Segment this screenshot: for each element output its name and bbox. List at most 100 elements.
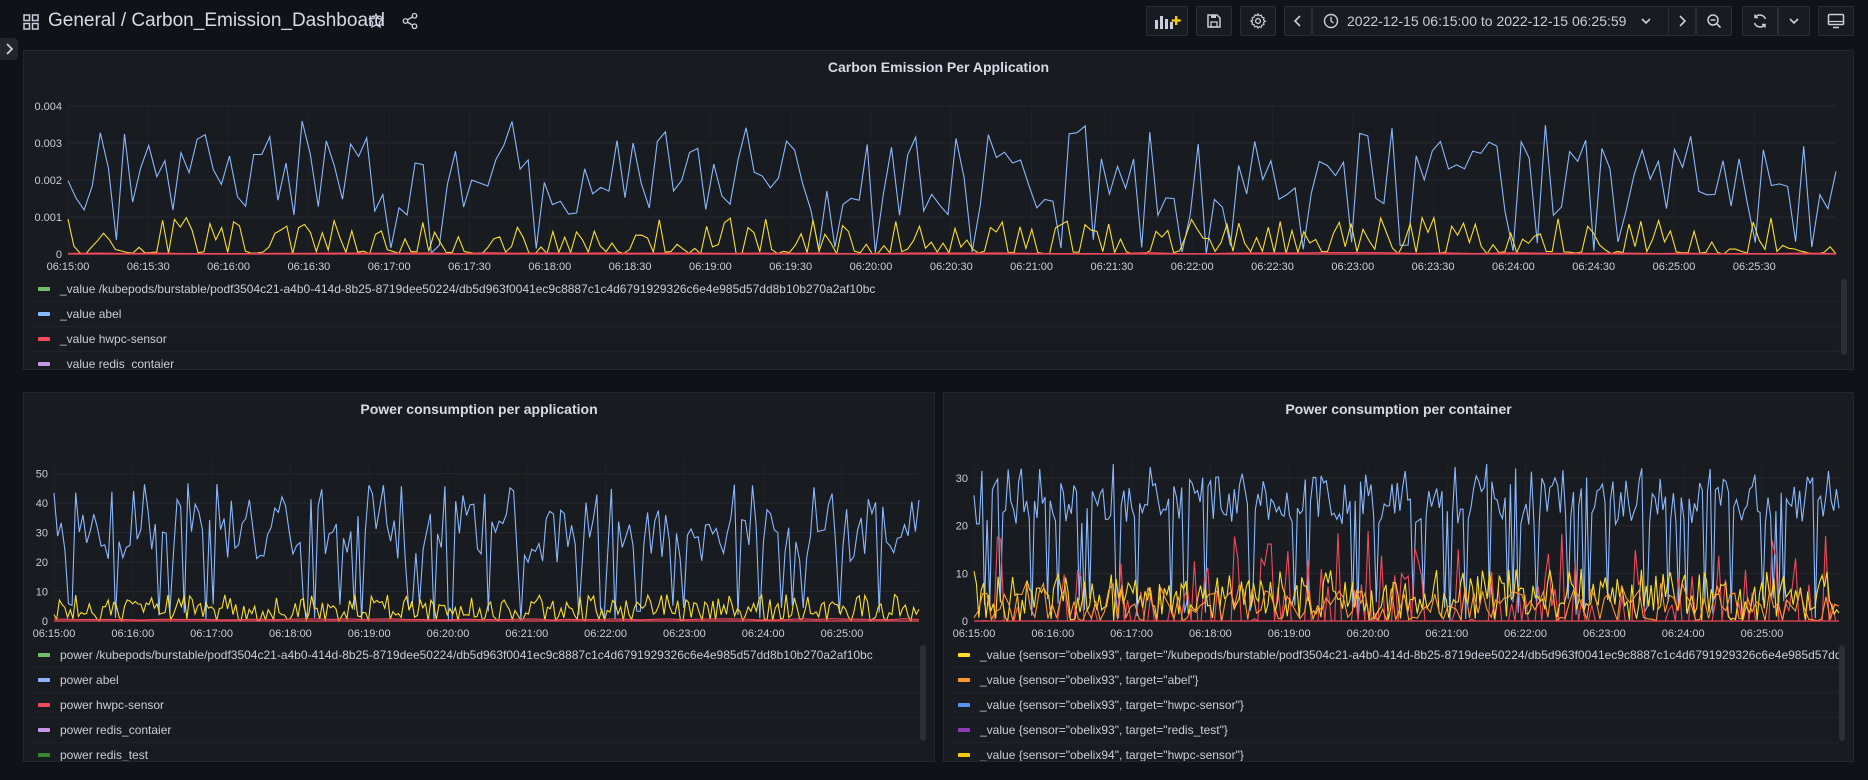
refresh-button[interactable] xyxy=(1742,6,1778,36)
chevron-right-icon xyxy=(1679,15,1687,27)
x-tick-label: 06:15:00 xyxy=(33,628,76,640)
power-per-application-chart[interactable]: 0 10 20 30 40 50 06:15:00 06:16:00 06:17:00 06:18… xyxy=(24,393,935,645)
x-tick-label: 06:23:30 xyxy=(1412,261,1455,273)
time-shift-back-button[interactable] xyxy=(1284,6,1312,36)
panel-carbon-emission[interactable]: Carbon Emission Per Application 0 0.001 0.… xyxy=(23,50,1854,370)
legend-color-swatch xyxy=(958,678,970,682)
y-tick-label: 0 xyxy=(962,616,968,628)
legend: _value {sensor="obelix93", target="/kube… xyxy=(952,643,1839,761)
legend-item[interactable]: _value {sensor="obelix93", target="redis… xyxy=(952,718,1839,743)
legend-item[interactable]: power /kubepods/burstable/podf3504c21-a4… xyxy=(32,643,920,668)
legend-color-swatch xyxy=(38,753,50,757)
x-tick-label: 06:22:00 xyxy=(1171,261,1214,273)
x-tick-label: 06:25:00 xyxy=(1741,628,1784,640)
view-mode-button[interactable] xyxy=(1818,6,1854,36)
x-tick-label: 06:24:30 xyxy=(1572,261,1615,273)
panel-power-per-container[interactable]: Power consumption per container 0 10 20 30 0… xyxy=(943,392,1854,762)
x-tick-label: 06:20:00 xyxy=(1347,628,1390,640)
legend-label: power abel xyxy=(60,673,119,687)
legend-scrollbar[interactable] xyxy=(1841,279,1847,355)
legend-label: power /kubepods/burstable/podf3504c21-a4… xyxy=(60,648,873,662)
x-tick-label: 06:24:00 xyxy=(1662,628,1705,640)
legend-label: power hwpc-sensor xyxy=(60,698,165,712)
refresh-interval-dropdown[interactable] xyxy=(1778,6,1810,36)
time-picker-button[interactable]: 2022-12-15 06:15:00 to 2022-12-15 06:25:… xyxy=(1312,6,1682,36)
legend-item[interactable]: power hwpc-sensor xyxy=(32,693,920,718)
y-tick-label: 20 xyxy=(956,521,968,533)
tv-icon xyxy=(1827,13,1845,29)
save-icon xyxy=(1207,14,1221,28)
chevron-left-icon xyxy=(1293,15,1301,27)
x-tick-label: 06:17:30 xyxy=(448,261,491,273)
add-panel-icon xyxy=(1155,16,1181,29)
x-tick-label: 06:23:00 xyxy=(1331,261,1374,273)
x-tick-label: 06:20:00 xyxy=(427,628,470,640)
save-dashboard-button[interactable] xyxy=(1196,6,1232,36)
legend-label: _value {sensor="obelix93", target="hwpc-… xyxy=(980,698,1244,712)
legend-label: _value {sensor="obelix94", target="hwpc-… xyxy=(980,748,1244,761)
x-tick-label: 06:22:00 xyxy=(584,628,627,640)
legend-item[interactable]: _value {sensor="obelix94", target="hwpc-… xyxy=(952,743,1839,761)
x-tick-label: 06:16:30 xyxy=(287,261,330,273)
legend-color-swatch xyxy=(38,337,50,341)
x-tick-label: 06:22:30 xyxy=(1251,261,1294,273)
x-tick-label: 06:24:00 xyxy=(742,628,785,640)
legend-item[interactable]: power abel xyxy=(32,668,920,693)
legend-item[interactable]: _value {sensor="obelix93", target="abel"… xyxy=(952,668,1839,693)
x-tick-label: 06:25:00 xyxy=(1653,261,1696,273)
legend-label: _value redis_contaier xyxy=(60,357,175,369)
time-range-label: 2022-12-15 06:15:00 to 2022-12-15 06:25:… xyxy=(1347,13,1627,29)
legend-color-swatch xyxy=(38,362,50,366)
share-icon[interactable] xyxy=(401,12,419,30)
legend-color-swatch xyxy=(958,653,970,657)
sidebar-toggle-button[interactable] xyxy=(0,38,18,60)
legend-scrollbar[interactable] xyxy=(1839,645,1845,741)
x-tick-label: 06:17:00 xyxy=(190,628,233,640)
y-tick-label: 0.003 xyxy=(34,138,62,150)
carbon-emission-chart[interactable]: 0 0.001 0.002 0.003 0.004 06:15:00 06:15:30 06:… xyxy=(24,51,1854,279)
legend-item[interactable]: power redis_contaier xyxy=(32,718,920,743)
star-icon[interactable] xyxy=(367,12,385,30)
zoom-out-button[interactable] xyxy=(1696,6,1732,36)
legend-item[interactable]: _value abel xyxy=(32,302,1839,327)
x-tick-label: 06:24:00 xyxy=(1492,261,1535,273)
settings-icon xyxy=(1249,12,1267,30)
legend-label: _value {sensor="obelix93", target="abel"… xyxy=(980,673,1199,687)
zoom-out-icon xyxy=(1707,14,1722,29)
legend-color-swatch xyxy=(958,703,970,707)
legend-item[interactable]: _value {sensor="obelix93", target="/kube… xyxy=(952,643,1839,668)
legend-scrollbar[interactable] xyxy=(920,645,926,741)
legend-label: power redis_contaier xyxy=(60,723,172,737)
legend-item[interactable]: power redis_test xyxy=(32,743,920,761)
breadcrumb[interactable]: General / Carbon_Emission_Dashboard xyxy=(48,10,385,32)
legend-color-swatch xyxy=(958,753,970,757)
series-line xyxy=(67,120,1837,255)
x-tick-label: 06:19:00 xyxy=(689,261,732,273)
x-tick-label: 06:17:00 xyxy=(368,261,411,273)
legend-label: power redis_test xyxy=(60,748,149,761)
add-panel-button[interactable] xyxy=(1146,6,1188,36)
x-tick-label: 06:20:30 xyxy=(930,261,973,273)
y-tick-label: 10 xyxy=(36,587,48,599)
legend-item[interactable]: _value hwpc-sensor xyxy=(32,327,1839,352)
legend-item[interactable]: _value /kubepods/burstable/podf3504c21-a… xyxy=(32,277,1839,302)
y-tick-label: 10 xyxy=(956,568,968,580)
x-tick-label: 06:22:00 xyxy=(1504,628,1547,640)
x-tick-label: 06:18:00 xyxy=(1189,628,1232,640)
legend-color-swatch xyxy=(38,287,50,291)
power-per-container-chart[interactable]: 0 10 20 30 06:15:00 06:16:00 06:17:00 06:18:00 0… xyxy=(944,393,1854,645)
x-tick-label: 06:18:00 xyxy=(528,261,571,273)
time-shift-forward-button[interactable] xyxy=(1668,6,1696,36)
x-tick-label: 06:15:00 xyxy=(47,261,90,273)
legend-label: _value {sensor="obelix93", target="redis… xyxy=(980,723,1228,737)
y-tick-label: 50 xyxy=(36,469,48,481)
legend-color-swatch xyxy=(38,678,50,682)
legend-item[interactable]: _value redis_contaier xyxy=(32,352,1839,369)
panel-power-per-application[interactable]: Power consumption per application 0 10 20 3… xyxy=(23,392,935,762)
chevron-down-icon xyxy=(1641,18,1652,25)
legend-item[interactable]: _value {sensor="obelix93", target="hwpc-… xyxy=(952,693,1839,718)
y-tick-label: 20 xyxy=(36,557,48,569)
top-navigation-bar: General / Carbon_Emission_Dashboard 2022… xyxy=(0,0,1868,44)
apps-icon[interactable] xyxy=(23,14,39,30)
dashboard-settings-button[interactable] xyxy=(1240,6,1276,36)
